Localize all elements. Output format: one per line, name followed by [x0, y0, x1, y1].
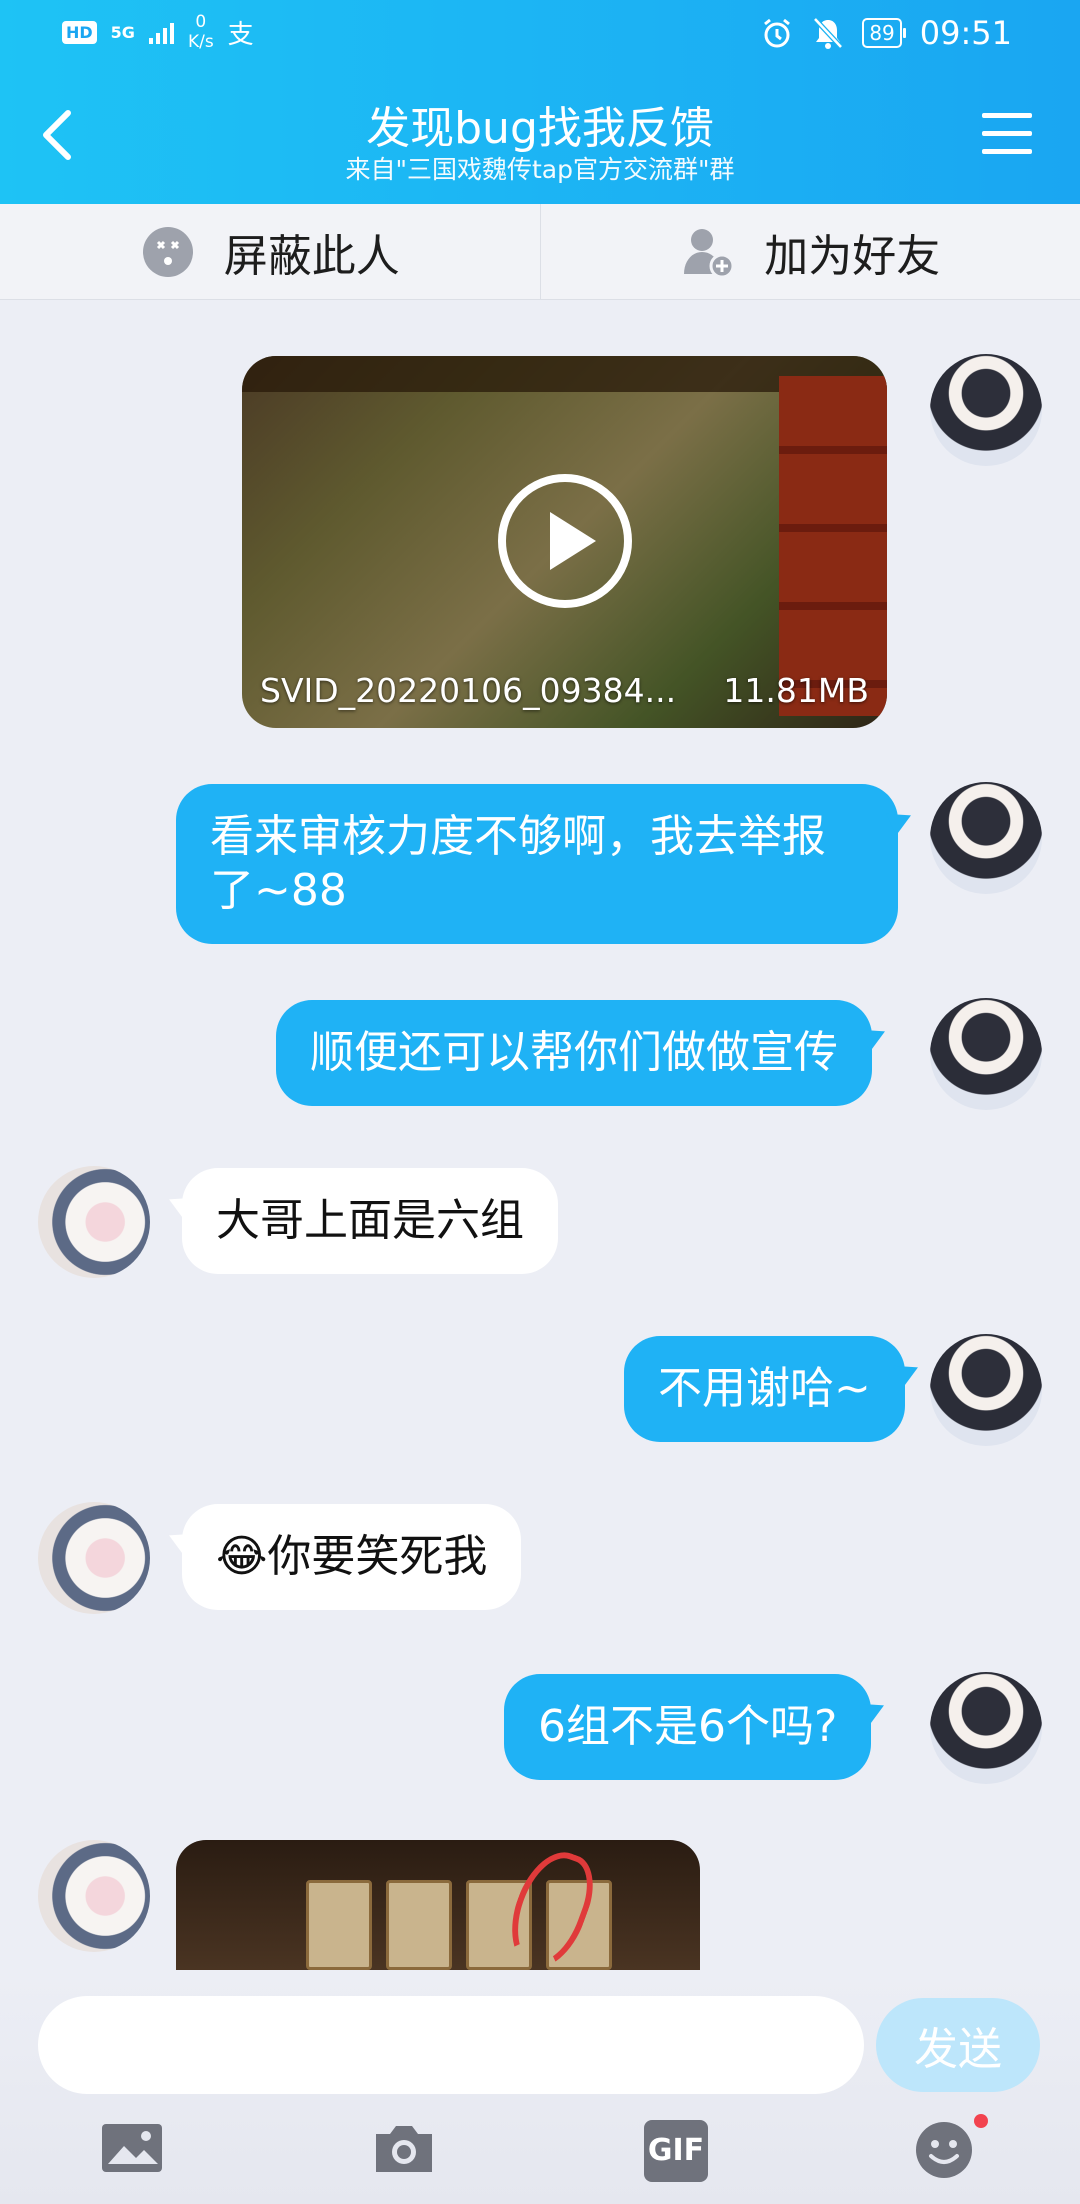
speed-unit: K/s — [187, 32, 214, 52]
signal-icon — [148, 20, 174, 44]
menu-button[interactable] — [982, 113, 1032, 155]
block-user-button[interactable]: 屏蔽此人 — [0, 204, 540, 299]
add-friend-button[interactable]: 加为好友 — [539, 204, 1080, 299]
gif-icon: GIF — [644, 2120, 708, 2182]
input-area: 发送 GIF — [0, 1972, 1080, 2204]
contact-avatar[interactable] — [38, 1166, 150, 1278]
my-avatar[interactable] — [930, 1672, 1042, 1784]
message-input[interactable] — [38, 1996, 864, 2094]
image-item — [386, 1880, 452, 1970]
clock: 09:51 — [919, 14, 1012, 52]
alipay-icon: 支 — [227, 19, 254, 50]
video-message[interactable]: SVID_20220106_09384... 11.81MB — [242, 356, 887, 728]
my-avatar[interactable] — [930, 998, 1042, 1110]
message-bubble-sent[interactable]: 看来审核力度不够啊，我去举报了~88 — [176, 784, 898, 944]
message-bubble-received[interactable]: 😂你要笑死我 — [182, 1504, 522, 1610]
hd-badge: HD — [62, 20, 97, 44]
block-user-label: 屏蔽此人 — [223, 230, 400, 282]
emoji-button[interactable] — [914, 2114, 988, 2190]
add-friend-icon — [684, 228, 735, 278]
my-avatar[interactable] — [930, 354, 1042, 466]
chat-title: 发现bug找我反馈 — [366, 103, 714, 154]
add-friend-label: 加为好友 — [764, 230, 941, 282]
block-icon — [142, 226, 193, 277]
video-filename: SVID_20220106_09384... — [260, 671, 677, 710]
image-message[interactable] — [176, 1840, 700, 1970]
message-bubble-sent[interactable]: 6组不是6个吗? — [504, 1674, 872, 1780]
message-bubble-received[interactable]: 大哥上面是六组 — [182, 1168, 558, 1274]
network-type: 5G — [110, 22, 135, 42]
speed-value: 0 — [195, 12, 207, 32]
chat-subtitle: 来自"三国戏魏传tap官方交流群"群 — [345, 155, 735, 184]
message-bubble-sent[interactable]: 不用谢哈~ — [624, 1336, 905, 1442]
notification-dot — [974, 2114, 988, 2128]
video-size: 11.81MB — [723, 671, 869, 710]
mute-icon — [813, 17, 844, 49]
play-icon[interactable] — [498, 474, 632, 608]
status-bar: HD 5G 0 K/s 支 89 09:51 — [0, 0, 1080, 70]
battery-indicator: 89 — [862, 18, 907, 48]
camera-button[interactable] — [372, 2120, 442, 2190]
contact-avatar[interactable] — [38, 1840, 150, 1952]
emoji-icon — [916, 2122, 972, 2178]
action-bar: 屏蔽此人 加为好友 — [0, 204, 1080, 300]
message-bubble-sent[interactable]: 顺便还可以帮你们做做宣传 — [276, 1000, 872, 1106]
image-icon — [102, 2124, 162, 2172]
image-item — [306, 1880, 372, 1970]
alarm-icon — [764, 18, 791, 48]
chat-header: HD 5G 0 K/s 支 89 09:51 发现bug找我反馈 来自"三国戏魏传… — [0, 0, 1080, 204]
gif-button[interactable]: GIF — [644, 2120, 714, 2190]
input-toolbar: GIF — [0, 2114, 1080, 2204]
network-speed: 0 K/s — [188, 12, 214, 52]
my-avatar[interactable] — [930, 1334, 1042, 1446]
my-avatar[interactable] — [930, 782, 1042, 894]
camera-icon — [376, 2126, 432, 2172]
video-thumbnail-panel — [779, 376, 887, 716]
contact-avatar[interactable] — [38, 1502, 150, 1614]
video-caption: SVID_20220106_09384... 11.81MB — [260, 671, 869, 710]
photo-button[interactable] — [100, 2120, 170, 2190]
menu-icon — [982, 113, 1032, 154]
send-button[interactable]: 发送 — [876, 1998, 1040, 2092]
